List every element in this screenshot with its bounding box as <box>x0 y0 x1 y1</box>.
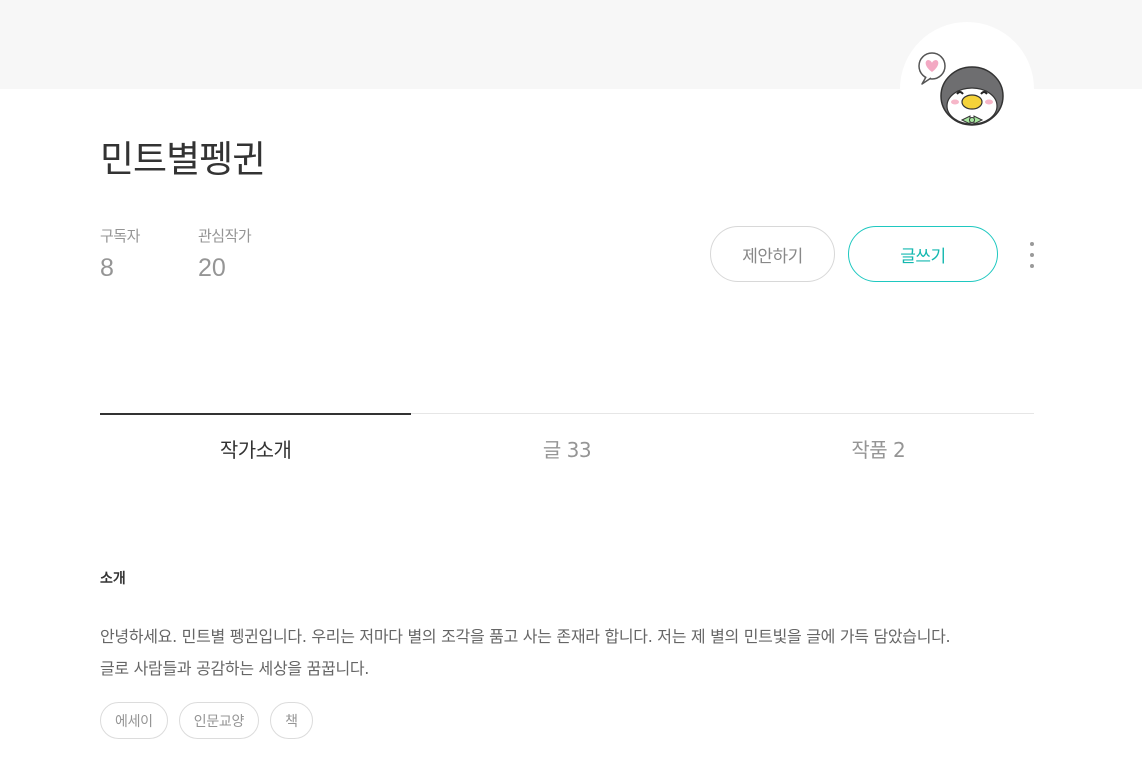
following-stat[interactable]: 관심작가 20 <box>198 226 252 286</box>
tab-author-intro[interactable]: 작가소개 <box>100 413 412 473</box>
intro-section-title: 소개 <box>100 571 126 587</box>
author-avatar[interactable] <box>900 22 1034 156</box>
keyword-list: 에세이 인문교양 책 <box>100 702 313 739</box>
keyword-tag[interactable]: 에세이 <box>100 702 168 739</box>
subscribers-count: 8 <box>100 254 114 282</box>
tab-posts[interactable]: 글 33 <box>411 414 722 473</box>
keyword-tag[interactable]: 책 <box>270 702 313 739</box>
more-dot <box>1030 264 1034 268</box>
tab-works[interactable]: 작품 2 <box>723 414 1034 473</box>
keyword-tag[interactable]: 인문교양 <box>178 702 260 739</box>
suggest-button[interactable]: 제안하기 <box>710 226 835 282</box>
write-button[interactable]: 글쓰기 <box>848 226 998 282</box>
intro-line: 안녕하세요. 민트별 펭귄입니다. 우리는 저마다 별의 조각을 품고 사는 존… <box>100 627 951 646</box>
intro-line: 글로 사람들과 공감하는 세상을 꿈꿉니다. <box>100 659 370 678</box>
subscribers-stat[interactable]: 구독자 8 <box>100 226 140 286</box>
author-name: 민트별펭귄 <box>100 138 266 181</box>
following-label: 관심작가 <box>198 227 252 245</box>
profile-tabs: 작가소개 글 33 작품 2 <box>100 413 1034 473</box>
more-dot <box>1030 242 1034 246</box>
more-vertical-icon[interactable] <box>1022 238 1042 272</box>
subscribers-label: 구독자 <box>100 227 140 245</box>
following-count: 20 <box>198 254 226 282</box>
author-introduction: 안녕하세요. 민트별 펭귄입니다. 우리는 저마다 별의 조각을 품고 사는 존… <box>100 621 1040 685</box>
penguin-avatar-icon <box>918 52 1004 126</box>
more-dot <box>1030 253 1034 257</box>
